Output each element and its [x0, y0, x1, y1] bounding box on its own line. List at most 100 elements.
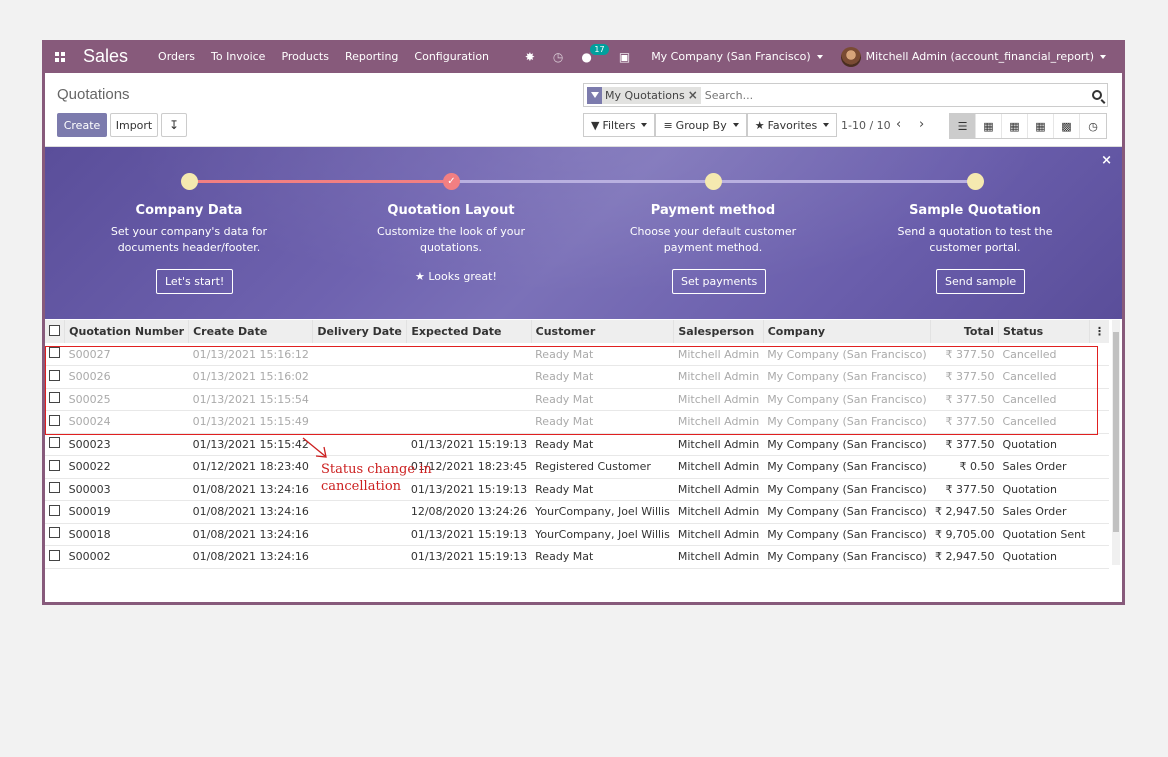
pager-value[interactable]: 1-10 / 10 — [841, 119, 891, 132]
row-checkbox[interactable] — [45, 500, 65, 524]
bug-icon[interactable]: ✸ — [525, 50, 535, 64]
optional-columns-icon[interactable]: ⋮ — [1089, 320, 1109, 343]
download-icon[interactable]: ↧ — [161, 113, 187, 137]
row-checkbox[interactable] — [45, 545, 65, 569]
send-sample-button[interactable]: Send sample — [936, 269, 1026, 294]
step-dot-payment-method — [705, 173, 722, 190]
annotation-arrow-icon — [302, 437, 327, 458]
status-cell: Sales Order — [998, 500, 1090, 524]
groupby-dropdown[interactable]: ≡ Group By — [655, 113, 747, 137]
list-icon: ≡ — [663, 118, 673, 132]
table-row[interactable]: S00024 01/13/2021 15:15:49 Ready Mat Mitche… — [45, 410, 1109, 434]
row-checkbox[interactable] — [45, 343, 65, 366]
customer-cell: Ready Mat — [531, 410, 674, 434]
table-row[interactable]: S00003 01/08/2021 13:24:16 01/13/2021 15:1… — [45, 478, 1109, 501]
create-date-cell: 01/08/2021 13:24:16 — [188, 500, 313, 524]
column-header[interactable]: Delivery Date — [312, 320, 408, 343]
quotation-list: Quotation Number Create Date Delivery Da… — [45, 320, 1122, 569]
table-row[interactable]: S00027 01/13/2021 15:16:12 Ready Mat Mitche… — [45, 343, 1109, 366]
company-cell: My Company (San Francisco) — [763, 388, 931, 411]
set-payments-button[interactable]: Set payments — [672, 269, 767, 294]
pivot-view-icon[interactable]: ▦ — [1028, 114, 1054, 138]
table-row[interactable]: S00026 01/13/2021 15:16:02 Ready Mat Mitche… — [45, 365, 1109, 389]
import-button[interactable]: Import — [110, 113, 158, 137]
salesperson-cell: Mitchell Admin — [673, 478, 764, 501]
column-header[interactable]: Status — [998, 320, 1090, 343]
step-description: Choose your default customer payment meth… — [629, 225, 797, 254]
row-checkbox[interactable] — [45, 523, 65, 546]
create-date-cell: 01/08/2021 13:24:16 — [188, 545, 313, 569]
row-checkbox[interactable] — [45, 433, 65, 456]
search-input[interactable] — [704, 88, 1087, 102]
table-row[interactable]: S00022 01/12/2021 18:23:40 01/12/2021 18:2… — [45, 455, 1109, 479]
row-spacer — [1089, 388, 1109, 411]
menu-configuration[interactable]: Configuration — [414, 50, 489, 63]
close-icon[interactable]: × — [1101, 153, 1112, 168]
customer-cell: Registered Customer — [531, 455, 674, 479]
table-row[interactable]: S00023 01/13/2021 15:15:42 01/13/2021 15:1… — [45, 433, 1109, 456]
column-header[interactable]: Company — [763, 320, 932, 343]
facet-remove-icon[interactable]: × — [688, 88, 701, 102]
row-spacer — [1089, 365, 1109, 389]
quotation-number-cell: S00024 — [64, 410, 189, 434]
lets-start-button[interactable]: Let's start! — [156, 269, 234, 294]
app-brand[interactable]: Sales — [83, 46, 128, 67]
kanban-view-icon[interactable]: ▦ — [976, 114, 1002, 138]
create-button[interactable]: Create — [57, 113, 107, 137]
graph-view-icon[interactable]: ▩ — [1054, 114, 1080, 138]
chat-icon[interactable]: ● 17 — [581, 43, 609, 64]
step-description: Send a quotation to test the customer por… — [897, 225, 1053, 254]
customer-cell: Ready Mat — [531, 433, 674, 456]
row-checkbox[interactable] — [45, 410, 65, 434]
row-checkbox[interactable] — [45, 365, 65, 389]
table-row[interactable]: S00019 01/08/2021 13:24:16 12/08/2020 13:2… — [45, 500, 1109, 524]
customer-cell: Ready Mat — [531, 545, 674, 569]
clock-icon[interactable]: ◷ — [553, 50, 563, 64]
list-scrollbar[interactable] — [1112, 320, 1120, 565]
search-icon[interactable] — [1087, 90, 1107, 100]
quotation-number-cell: S00025 — [64, 388, 189, 411]
column-header[interactable]: Quotation Number — [64, 320, 190, 343]
favorites-dropdown[interactable]: ★ Favorites — [746, 113, 838, 137]
company-cell: My Company (San Francisco) — [763, 410, 931, 434]
company-cell: My Company (San Francisco) — [763, 478, 931, 501]
column-header[interactable]: Salesperson — [673, 320, 764, 343]
navbar-systray: ✸ ◷ ● 17 ▣ My Company (San Francisco) Mit… — [516, 40, 1122, 73]
column-header[interactable]: Total — [930, 320, 999, 343]
list-view-icon[interactable]: ☰ — [950, 114, 976, 138]
menu-orders[interactable]: Orders — [158, 50, 195, 63]
step-quotation-layout: Quotation Layout Customize the look of y… — [361, 203, 541, 256]
row-checkbox[interactable] — [45, 455, 65, 479]
menu-products[interactable]: Products — [281, 50, 329, 63]
company-cell: My Company (San Francisco) — [763, 523, 931, 546]
expected-date-cell: 01/13/2021 15:19:13 — [406, 523, 532, 546]
menu-reporting[interactable]: Reporting — [345, 50, 398, 63]
column-header[interactable]: Expected Date — [406, 320, 532, 343]
row-checkbox[interactable] — [45, 478, 65, 501]
search-facet[interactable]: My Quotations × — [587, 86, 701, 104]
company-cell: My Company (San Francisco) — [763, 500, 931, 524]
column-header[interactable]: Create Date — [188, 320, 314, 343]
row-checkbox[interactable] — [45, 388, 65, 411]
table-row[interactable]: S00018 01/08/2021 13:24:16 01/13/2021 15:1… — [45, 523, 1109, 546]
company-switcher[interactable]: My Company (San Francisco) — [651, 50, 823, 63]
gift-icon[interactable]: ▣ — [619, 50, 630, 64]
filter-icon — [587, 86, 602, 104]
quotation-number-cell: S00002 — [64, 545, 189, 569]
table-row[interactable]: S00025 01/13/2021 15:15:54 Ready Mat Mitche… — [45, 388, 1109, 411]
pager-next-icon[interactable]: › — [919, 117, 924, 132]
menu-to-invoice[interactable]: To Invoice — [211, 50, 265, 63]
total-cell: ₹ 377.50 — [930, 433, 999, 456]
table-row[interactable]: S00002 01/08/2021 13:24:16 01/13/2021 15:1… — [45, 545, 1109, 569]
step-description: Customize the look of your quotations. — [376, 225, 525, 254]
calendar-view-icon[interactable]: ▦ — [1002, 114, 1028, 138]
apps-menu-icon[interactable] — [45, 40, 75, 73]
step-dot-quotation-layout-check-icon: ✓ — [443, 173, 460, 190]
filters-dropdown[interactable]: ▼ Filters — [583, 113, 656, 137]
activity-view-icon[interactable]: ◷ — [1080, 114, 1106, 138]
pager-previous-icon[interactable]: ‹ — [896, 117, 901, 132]
user-menu[interactable]: Mitchell Admin (account_financial_report… — [840, 46, 1106, 67]
column-header[interactable]: Customer — [531, 320, 675, 343]
select-all-checkbox[interactable] — [45, 320, 66, 343]
customer-cell: Ready Mat — [531, 365, 674, 389]
